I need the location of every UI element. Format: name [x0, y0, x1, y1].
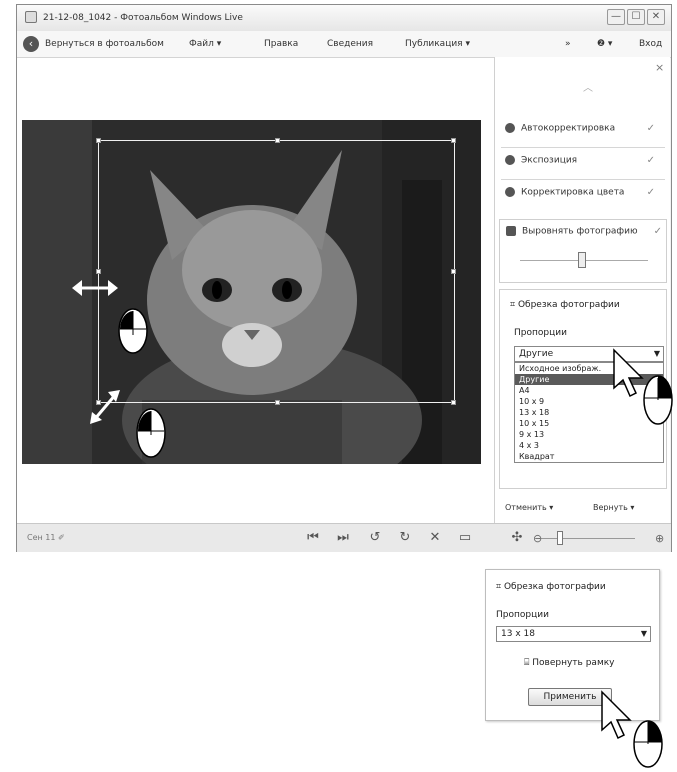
undo-button[interactable]: Отменить ▾ — [505, 503, 553, 512]
crop-handle[interactable] — [96, 269, 101, 274]
minimize-button[interactable]: — — [607, 9, 625, 25]
zoom-slider-track — [539, 538, 635, 539]
maximize-button[interactable]: ☐ — [627, 9, 645, 25]
mouse-icon — [136, 408, 166, 458]
rotate-frame-button[interactable]: ⌸ Повернуть рамку — [524, 658, 615, 668]
crop-title[interactable]: ⌗ Обрезка фотографии — [510, 300, 620, 310]
status-text: Сен 11 ✐ — [27, 533, 65, 542]
auto-adjust-item[interactable]: Автокорректировка ✓ — [505, 123, 655, 141]
status-bar: Сен 11 ✐ ⏮ ⏭ ↺ ↻ ✕ ▭ ✣ ⊖ ⊕ — [17, 523, 671, 552]
straighten-icon — [506, 226, 516, 236]
crop-icon: ⌗ — [510, 300, 518, 310]
color-icon — [505, 187, 515, 197]
straighten-slider-thumb[interactable] — [578, 252, 586, 268]
inset-proportions-select[interactable]: 13 x 18 ▼ — [496, 626, 651, 642]
menu-bar: ‹ Вернуться в фотоальбом Файл ▾ Правка С… — [17, 31, 671, 58]
back-arrow-icon[interactable]: ‹ — [23, 36, 39, 52]
actual-size-icon[interactable]: ✣ — [509, 530, 525, 545]
proportions-label: Пропорции — [514, 328, 567, 338]
zoom-slider-thumb[interactable] — [557, 531, 563, 545]
proportion-option[interactable]: Квадрат — [515, 451, 663, 462]
sign-in-link[interactable]: Вход — [639, 39, 662, 49]
overflow-chevron-icon[interactable]: » — [565, 39, 571, 49]
crop-handle[interactable] — [451, 400, 456, 405]
slideshow-icon[interactable]: ▭ — [457, 530, 473, 545]
mouse-icon — [118, 308, 148, 354]
divider — [501, 147, 665, 148]
check-icon: ✓ — [646, 123, 655, 134]
crop-handle[interactable] — [451, 138, 456, 143]
dropdown-arrow-icon: ▼ — [640, 629, 647, 638]
crop-icon: ⌗ — [496, 582, 504, 592]
edit-pane: × ︿ Автокорректировка ✓ Экспозиция ✓ Кор… — [494, 57, 670, 523]
zoom-in-icon[interactable]: ⊕ — [655, 532, 664, 545]
previous-icon[interactable]: ⏮ — [305, 530, 321, 545]
menu-info[interactable]: Сведения — [327, 39, 373, 49]
wand-icon — [505, 123, 515, 133]
revert-button[interactable]: Вернуть ▾ — [593, 503, 634, 512]
help-button[interactable]: ❷ ▾ — [597, 39, 612, 49]
straighten-section: Выровнять фотографию ✓ — [499, 219, 667, 283]
scroll-up-icon[interactable]: ︿ — [583, 79, 593, 94]
back-to-gallery-link[interactable]: Вернуться в фотоальбом — [45, 39, 164, 49]
inset-proportions-label: Пропорции — [496, 610, 549, 620]
proportion-option[interactable]: 4 x 3 — [515, 440, 663, 451]
rotate-right-icon[interactable]: ↻ — [397, 530, 413, 545]
check-icon: ✓ — [646, 155, 655, 166]
delete-icon[interactable]: ✕ — [427, 530, 443, 545]
cursor-with-mouse-icon — [613, 348, 673, 425]
crop-handle[interactable] — [451, 269, 456, 274]
straighten-item[interactable]: Выровнять фотографию ✓ — [506, 226, 662, 244]
color-adjust-item[interactable]: Корректировка цвета ✓ — [505, 187, 655, 205]
window-title: 21-12-08_1042 - Фотоальбом Windows Live — [43, 13, 243, 23]
crop-handle[interactable] — [275, 138, 280, 143]
menu-publish[interactable]: Публикация ▾ — [405, 39, 470, 49]
cursor-with-mouse-icon — [601, 690, 663, 768]
crop-handle[interactable] — [275, 400, 280, 405]
menu-edit[interactable]: Правка — [264, 39, 298, 49]
menu-file[interactable]: Файл ▾ — [189, 39, 221, 49]
pane-close-icon[interactable]: × — [655, 61, 664, 74]
check-icon: ✓ — [653, 226, 662, 237]
exposure-item[interactable]: Экспозиция ✓ — [505, 155, 655, 173]
divider — [501, 179, 665, 180]
zoom-out-icon[interactable]: ⊖ — [533, 532, 542, 545]
crop-handle[interactable] — [96, 138, 101, 143]
check-icon: ✓ — [646, 187, 655, 198]
pane-bottom-bar: Отменить ▾ Вернуть ▾ — [501, 501, 665, 521]
resize-diagonal-icon — [90, 390, 120, 424]
rotate-left-icon[interactable]: ↺ — [367, 530, 383, 545]
next-icon[interactable]: ⏭ — [335, 530, 351, 545]
inset-crop-title[interactable]: ⌗ Обрезка фотографии — [496, 582, 606, 592]
proportion-option[interactable]: 9 x 13 — [515, 429, 663, 440]
resize-horizontal-icon — [72, 280, 118, 296]
contrast-icon — [505, 155, 515, 165]
crop-frame[interactable] — [96, 138, 456, 405]
app-icon — [25, 11, 37, 23]
title-bar: 21-12-08_1042 - Фотоальбом Windows Live … — [17, 5, 671, 32]
close-button[interactable]: ✕ — [647, 9, 665, 25]
